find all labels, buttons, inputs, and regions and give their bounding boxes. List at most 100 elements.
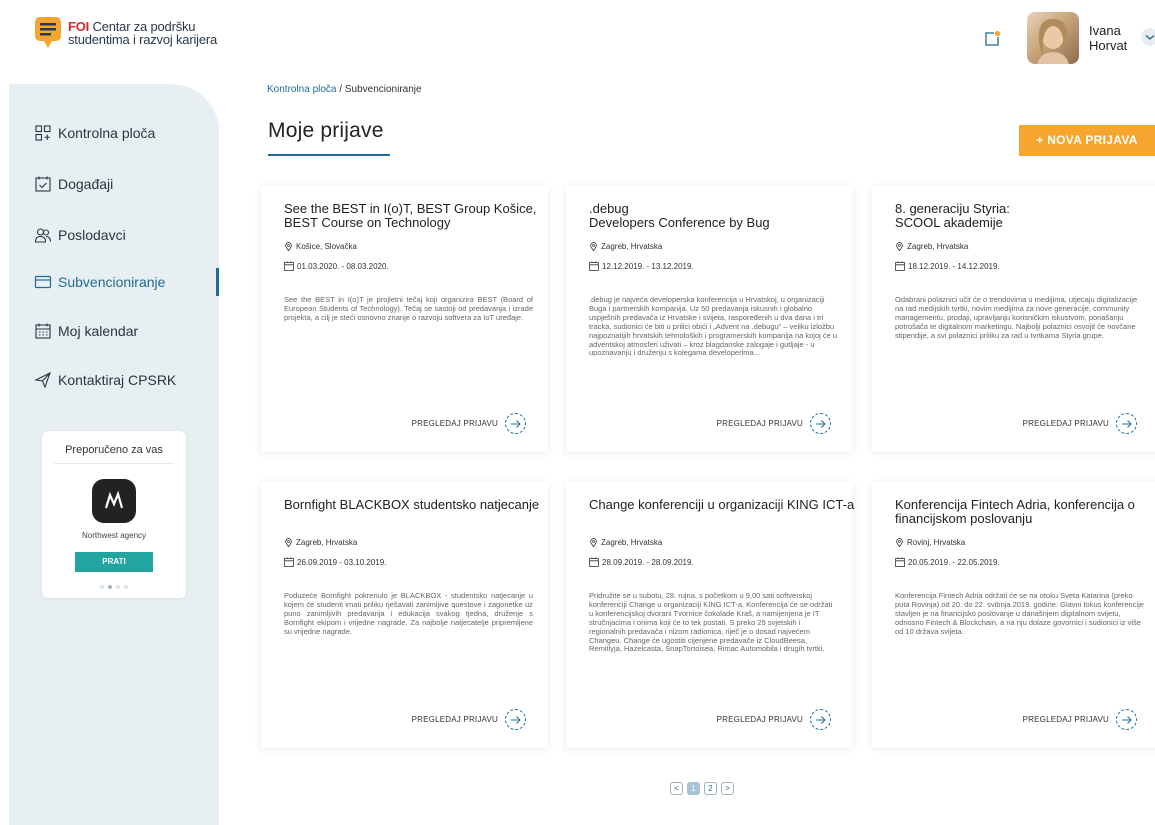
view-application-link[interactable]: PREGLEDAJ PRIJAVU [1023, 709, 1137, 730]
view-application-link[interactable]: PREGLEDAJ PRIJAVU [717, 709, 831, 730]
card-location: Zagreb, Hrvatska [895, 242, 968, 251]
card-title: See the BEST in I(o)T, BEST Group Košice… [284, 201, 537, 230]
view-application-link[interactable]: PREGLEDAJ PRIJAVU [412, 413, 526, 434]
recommended-card: Preporučeno za vas Northwest agency PRAT… [42, 431, 186, 598]
location-pin-icon [896, 242, 903, 251]
credit-card-icon [34, 273, 52, 291]
calendar-icon [895, 261, 905, 271]
location-pin-icon [590, 538, 597, 547]
card-title: Bornfight BLACKBOX studentsko natjecanje [284, 497, 540, 512]
arrow-right-icon[interactable] [505, 709, 526, 730]
carousel-dot[interactable] [116, 585, 120, 589]
calendar-icon [284, 261, 294, 271]
calendar-icon [589, 557, 599, 567]
breadcrumb-home[interactable]: Kontrolna ploča [267, 84, 337, 95]
card-date: 26.09.2019 - 03.10.2019. [284, 557, 386, 567]
card-location: Zagreb, Hrvatska [589, 538, 662, 547]
page-title: Moje prijave [268, 119, 384, 142]
notification-icon[interactable] [985, 30, 1001, 46]
pagination-next[interactable]: > [721, 782, 734, 795]
calendar-icon [895, 557, 905, 567]
carousel-dots[interactable] [100, 585, 128, 589]
logo-speech-icon [34, 16, 62, 50]
card-title: 8. generaciju Styria: SCOOL akademije [895, 201, 1010, 230]
sidebar-item-label: Događaji [58, 176, 114, 192]
card-description: Poduzeće Bornfight pokrenulo je BLACKBOX… [284, 591, 533, 636]
sidebar-item-dogadaji[interactable]: Događaji [34, 175, 113, 193]
sidebar-item-subvencioniranje[interactable]: Subvencioniranje [34, 273, 165, 291]
arrow-right-icon[interactable] [1116, 413, 1137, 434]
card-title: Change konferenciji u organizaciji KING … [589, 497, 855, 512]
arrow-right-icon[interactable] [1116, 709, 1137, 730]
dashboard-icon [34, 124, 52, 142]
application-card[interactable]: 8. generaciju Styria: SCOOL akademije Za… [872, 186, 1155, 452]
avatar[interactable] [1027, 12, 1079, 64]
card-location: Košice, Slovačka [284, 242, 357, 251]
recommended-title: Preporučeno za vas [65, 444, 163, 456]
title-underline [268, 154, 390, 156]
view-application-link[interactable]: PREGLEDAJ PRIJAVU [717, 413, 831, 434]
application-card[interactable]: Konferencija Fintech Adria, konferencija… [872, 482, 1155, 748]
application-card[interactable]: Bornfight BLACKBOX studentsko natjecanje… [261, 482, 548, 748]
arrow-right-icon[interactable] [810, 709, 831, 730]
send-icon [34, 371, 52, 389]
pagination-page-1[interactable]: 1 [687, 782, 700, 795]
card-description: See the BEST in I(o)T je projletni tečaj… [284, 295, 533, 322]
sidebar-item-label: Kontrolna ploča [58, 125, 156, 141]
logo-line2: studentima i razvoj karijera [68, 32, 218, 47]
company-logo[interactable] [92, 479, 136, 523]
pagination: < 1 2 > [670, 782, 734, 795]
card-description: Odabrani polaznici učit će o trendovima … [895, 295, 1138, 340]
location-pin-icon [896, 538, 903, 547]
sidebar-item-label: Subvencioniranje [58, 274, 166, 290]
card-location: Zagreb, Hrvatska [589, 242, 662, 251]
carousel-dot[interactable] [108, 585, 112, 589]
calendar-check-icon [34, 175, 52, 193]
card-description: .debug je najveća developerska konferenc… [589, 295, 838, 358]
company-name: Northwest agency [81, 531, 147, 540]
card-date: 28.09.2019. - 28.09.2019. [589, 557, 694, 567]
view-application-link[interactable]: PREGLEDAJ PRIJAVU [412, 709, 526, 730]
sidebar-item-label: Moj kalendar [58, 323, 139, 339]
card-date: 20.05.2019. - 22.05.2019. [895, 557, 1000, 567]
card-title: .debug Developers Conference by Bug [589, 201, 770, 230]
card-date: 18.12.2019. - 14.12.2019. [895, 261, 1000, 271]
location-pin-icon [285, 242, 292, 251]
location-pin-icon [590, 242, 597, 251]
card-location: Rovinj, Hrvatska [895, 538, 965, 547]
card-description: Konferencija Fintech Adria održati će se… [895, 591, 1144, 636]
pagination-page-2[interactable]: 2 [704, 782, 717, 795]
sidebar-item-moj-kalendar[interactable]: Moj kalendar [34, 322, 138, 340]
card-date: 01.03.2020. - 08.03.2020. [284, 261, 389, 271]
sidebar-item-label: Poslodavci [58, 227, 126, 243]
user-name[interactable]: Ivana Horvat [1089, 23, 1127, 53]
sidebar-item-label: Kontaktiraj CPSRK [58, 372, 177, 388]
application-card[interactable]: Change konferenciji u organizaciji KING … [566, 482, 854, 748]
view-application-link[interactable]: PREGLEDAJ PRIJAVU [1023, 413, 1137, 434]
card-title: Konferencija Fintech Adria, konferencija… [895, 497, 1135, 526]
application-card[interactable]: See the BEST in I(o)T, BEST Group Košice… [261, 186, 548, 452]
sidebar-item-poslodavci[interactable]: Poslodavci [34, 226, 126, 244]
breadcrumb-current: Subvencioniranje [344, 84, 422, 95]
card-location: Zagreb, Hrvatska [284, 538, 357, 547]
card-description: Pridružite se u subotu, 28. rujna, s poč… [589, 591, 833, 654]
calendar-icon [34, 322, 52, 340]
sidebar-item-kontrolna-ploca[interactable]: Kontrolna ploča [34, 124, 155, 142]
carousel-dot[interactable] [124, 585, 128, 589]
active-indicator [216, 268, 219, 296]
application-card[interactable]: .debug Developers Conference by Bug Zagr… [566, 186, 853, 452]
card-date: 12.12.2019. - 13.12.2019. [589, 261, 694, 271]
arrow-right-icon[interactable] [505, 413, 526, 434]
logo[interactable]: FOI Centar za podršku studentima i razvo… [34, 16, 217, 50]
calendar-icon [589, 261, 599, 271]
follow-button[interactable]: PRATI [75, 552, 153, 572]
divider [54, 463, 174, 464]
new-application-button[interactable]: + NOVA PRIJAVA [1019, 125, 1155, 156]
location-pin-icon [285, 538, 292, 547]
chevron-down-icon[interactable] [1141, 28, 1155, 46]
arrow-right-icon[interactable] [810, 413, 831, 434]
calendar-icon [284, 557, 294, 567]
sidebar-item-kontaktiraj[interactable]: Kontaktiraj CPSRK [34, 371, 176, 389]
carousel-dot[interactable] [100, 585, 104, 589]
pagination-prev[interactable]: < [670, 782, 683, 795]
